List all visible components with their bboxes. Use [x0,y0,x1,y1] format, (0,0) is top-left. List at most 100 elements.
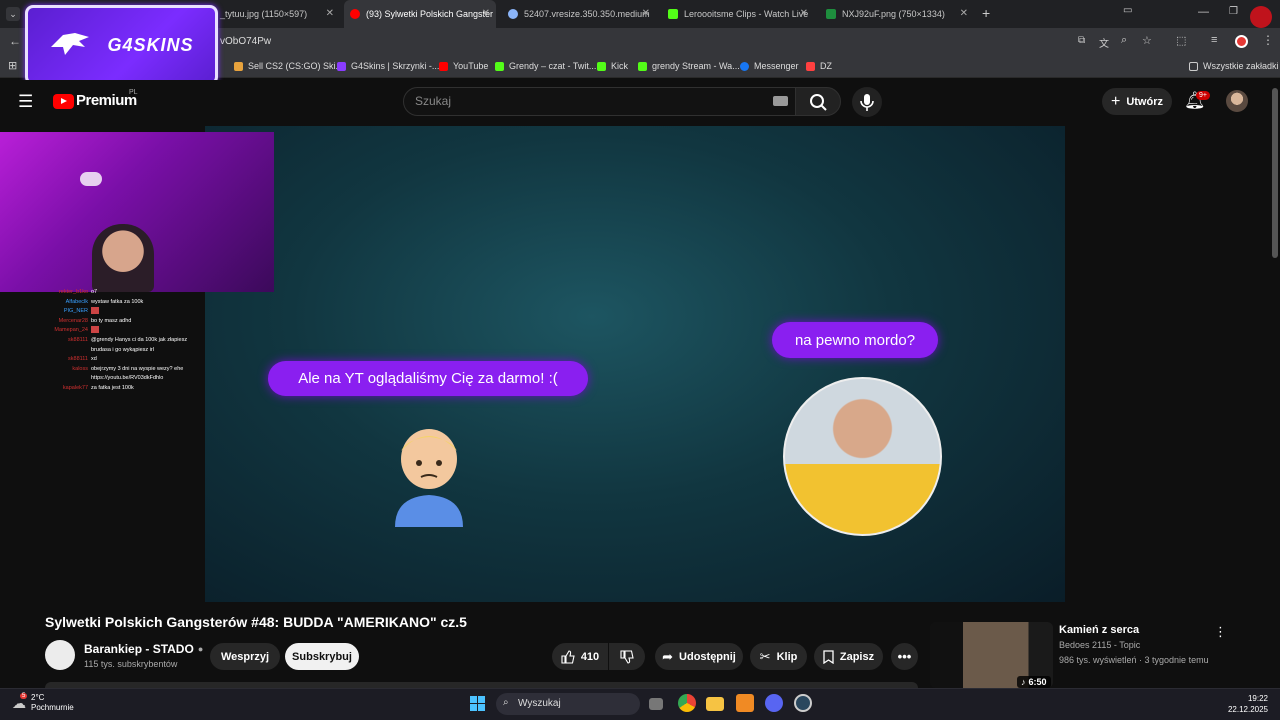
chat-message: Alfabeclk wystaw fatka za 100k [20,298,205,308]
bookmark-item[interactable]: Sell CS2 (CS:GO) Ski... [234,61,343,71]
profile-menu-icon[interactable]: ▭ [1123,5,1132,16]
back-icon[interactable]: ← [9,34,21,48]
duration-text: 6:50 [1028,677,1047,687]
url-field[interactable]: vObO74Pw [220,33,1070,51]
voice-search-button[interactable] [852,87,882,117]
clip-label: Klip [776,650,798,663]
more-actions-button[interactable]: ••• [891,643,918,670]
like-button[interactable]: 410 [552,643,608,670]
apps-grid-icon[interactable]: ⊞ [8,59,17,72]
globe-icon [508,9,518,19]
close-icon[interactable]: ✕ [642,8,650,19]
bookmark-item[interactable]: YouTube [439,61,488,71]
youtube-premium-logo[interactable]: Premium [76,92,137,109]
close-icon[interactable]: ✕ [482,8,490,19]
subscriber-count: 115 tys. subskrybentów [84,659,178,669]
youtube-logo-icon[interactable] [53,94,74,109]
recommended-video-channel[interactable]: Bedoes 2115 - Topic [1059,640,1140,650]
bookmark-item[interactable]: Kick [597,61,628,71]
bookmark-label: YouTube [453,61,489,71]
video-title: Sylwetki Polskich Gangsterów #48: BUDDA … [45,614,467,630]
new-tab-button[interactable]: + [982,5,990,21]
taskbar-search[interactable]: Wyszukaj [496,693,640,715]
scissors-icon: ✂ [759,648,771,664]
chat-text: obejrzymy 3 dni na wyspie wezy? ehe [91,365,184,372]
browser-menu-icon[interactable]: ⋮ [1262,33,1274,47]
recommended-video-title[interactable]: Kamień z serca [1059,624,1139,636]
search-input[interactable]: Szukaj [403,87,796,116]
tab-image-3[interactable]: NXJ92uF.png (750×1334) ✕ [820,0,974,28]
video-speech-bubble-left: Ale na YT oglądaliśmy Cię za darmo! :( [268,361,588,396]
notifications-badge: 9+ [1196,91,1210,100]
close-icon[interactable]: ✕ [960,8,968,19]
discord-icon[interactable] [765,694,783,712]
profile-avatar[interactable] [1235,35,1248,48]
windows-start-icon[interactable] [470,696,485,711]
scrollbar-thumb[interactable] [1272,88,1278,258]
chat-username: Mercenar28 [58,317,88,324]
emote-icon [91,326,99,334]
app-orange-icon[interactable] [736,694,754,712]
file-explorer-icon[interactable] [706,697,724,711]
chat-username: kaloss [72,365,88,372]
tab-image-2[interactable]: 52407.vresize.350.350.medium ✕ [502,0,656,28]
subscribe-button[interactable]: Subskrybuj [285,643,359,670]
steam-icon[interactable] [794,694,812,712]
keyboard-icon[interactable] [773,96,788,106]
bookmark-item[interactable]: Grendy – czat - Twit... [495,61,596,71]
create-label: Utwórz [1126,95,1163,108]
chrome-icon[interactable] [678,694,696,712]
create-button[interactable]: + Utwórz [1102,88,1172,115]
tab-title: _tytuu.jpg (1150×597) [220,9,308,19]
clip-button[interactable]: ✂ Klip [750,643,807,670]
folder-icon [806,61,815,71]
stream-chat: rekter_b1ko o7 Alfabeclk wystaw fatka za 10… [0,288,205,400]
window-restore-icon[interactable]: ❐ [1229,6,1238,17]
task-view-icon[interactable] [649,698,663,710]
kick-icon [597,61,606,71]
close-icon[interactable]: ✕ [800,8,808,19]
bookmark-item[interactable]: Messenger [740,61,799,71]
weather-badge: 5 [20,692,28,699]
clock[interactable]: 19:22 22.12.2025 [1220,693,1268,715]
g4skins-logo: G4SKINS [25,5,218,85]
recommended-video-meta: 986 tys. wyświetleń · 3 tygodnie temu [1059,655,1209,665]
translate-icon[interactable]: 文 [1099,35,1109,50]
bookmark-item[interactable]: grendy Stream - Wa... [638,61,740,71]
extensions-icon[interactable]: ⬚ [1176,34,1186,47]
bookmark-item[interactable]: G4Skins | Skrzynki -... [337,61,439,71]
zoom-icon[interactable]: ⌕ [1121,34,1127,47]
user-avatar[interactable] [1226,90,1248,112]
tab-kick-clips[interactable]: Leroooitsme Clips - Watch Live ✕ [662,0,814,28]
tab-image-1[interactable]: _tytuu.jpg (1150×597) ✕ [214,0,340,28]
bookmark-item[interactable]: DZ [806,61,832,71]
share-button[interactable]: ➦ Udostępnij [655,643,743,670]
recommended-video-menu-icon[interactable]: ⋮ [1214,624,1227,640]
chat-message: sk88111 @grendy Hanys ci da 100k jak złap… [20,336,205,346]
install-app-icon[interactable]: ⧉ [1078,35,1085,46]
search-button[interactable] [795,87,841,116]
chat-text: bo ty masz adhd [91,317,132,324]
hamburger-menu-icon[interactable]: ☰ [18,92,33,112]
channel-name[interactable]: Barankiep - STADO ● [84,642,203,656]
chat-text: xd [91,356,97,363]
channel-avatar[interactable] [45,640,75,670]
reading-list-icon[interactable]: ≡ [1211,34,1217,46]
bookmark-star-icon[interactable]: ☆ [1142,34,1152,47]
bookmark-label: grendy Stream - Wa... [652,61,740,71]
bookmark-label: G4Skins | Skrzynki -... [351,61,440,71]
window-minimize-icon[interactable]: — [1198,6,1209,18]
close-icon[interactable]: ✕ [326,8,334,19]
image-file-icon [826,9,836,19]
support-button[interactable]: Wesprzyj [210,643,280,670]
streamer-figure [92,224,154,292]
dislike-button[interactable] [609,643,645,670]
tab-search-button[interactable]: ⌄ [6,7,20,21]
weather-widget[interactable]: ☁ 5 2°C Pochmurnie [12,692,74,713]
all-bookmarks-folder[interactable]: Wszystkie zakładki [1189,61,1279,71]
save-button[interactable]: Zapisz [814,643,883,670]
kick-icon [668,9,678,19]
tab-youtube-video[interactable]: (93) Sylwetki Polskich Gangster ✕ [344,0,496,28]
tab-title: (93) Sylwetki Polskich Gangster [366,9,494,19]
bookmark-label: Wszystkie zakładki [1203,61,1279,71]
